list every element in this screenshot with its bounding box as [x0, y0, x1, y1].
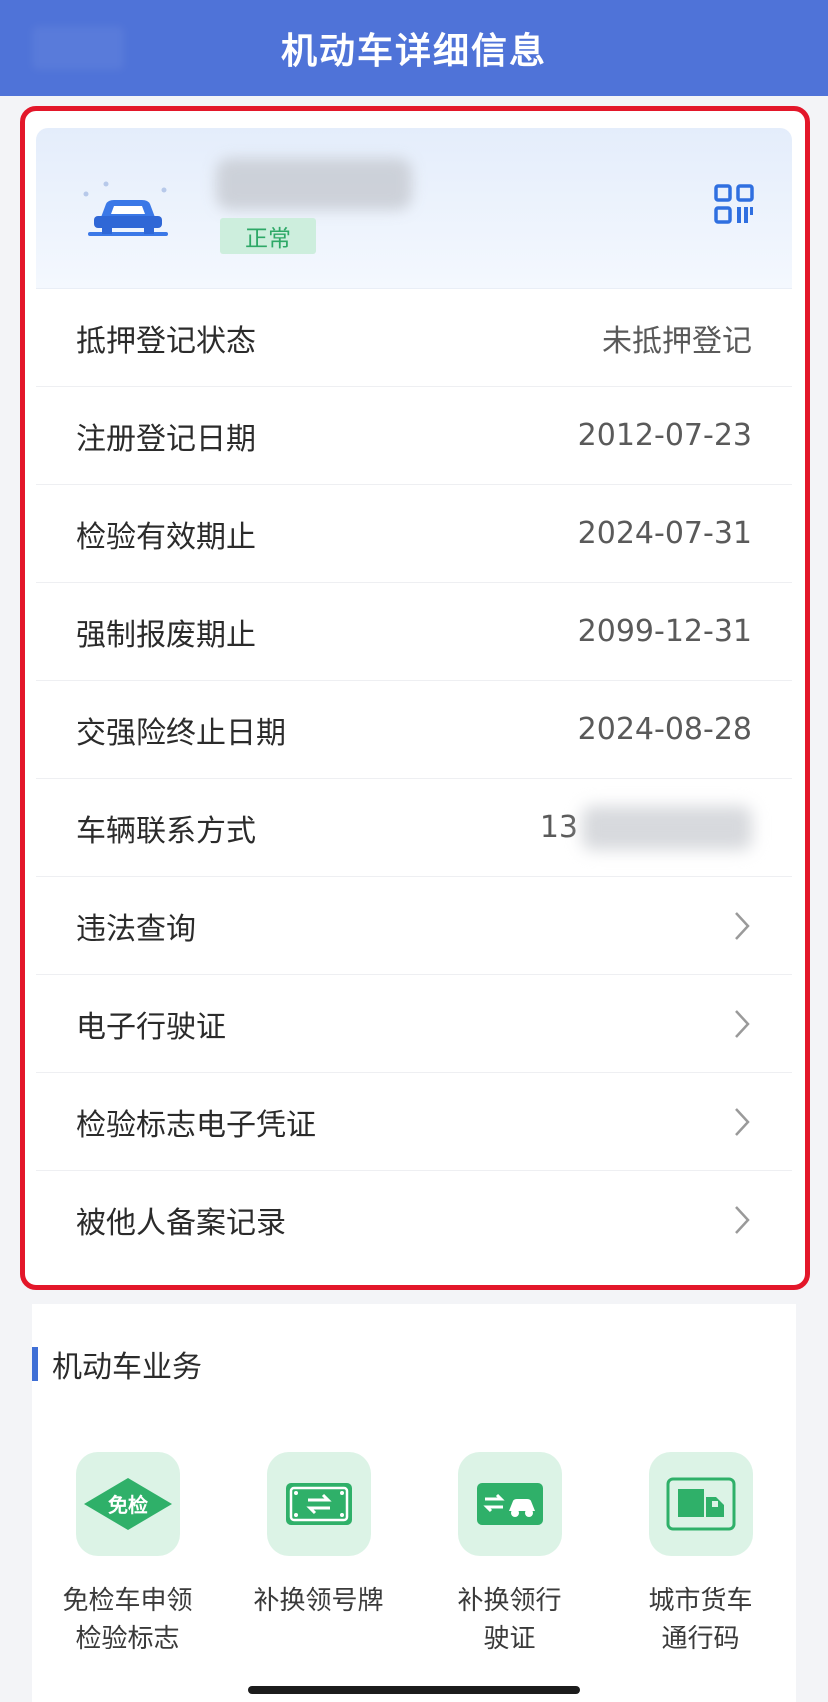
row-label: 违法查询 — [76, 911, 196, 947]
tile-exempt-inspection[interactable]: 免检 免检车申领 检验标志 — [32, 1452, 223, 1658]
row-electronic-driving-license[interactable]: 电子行驶证 — [36, 974, 792, 1072]
row-label: 被他人备案记录 — [76, 1205, 286, 1241]
row-insurance-end-date: 交强险终止日期 2024-08-28 — [36, 680, 792, 778]
row-value: 2099-12-31 — [577, 614, 752, 649]
chevron-right-icon — [735, 911, 750, 940]
car-icon — [83, 181, 168, 236]
header-bar: 机动车详细信息 — [0, 0, 828, 96]
license-plate-number — [216, 158, 412, 210]
chevron-right-icon — [735, 1107, 750, 1136]
row-value: 2012-07-23 — [577, 418, 752, 453]
row-filing-records[interactable]: 被他人备案记录 — [36, 1170, 792, 1268]
tile-truck-pass[interactable]: 城市货车 通行码 — [605, 1452, 796, 1658]
back-button[interactable] — [32, 26, 124, 70]
row-scrap-deadline: 强制报废期止 2099-12-31 — [36, 582, 792, 680]
row-value: 未抵押登记 — [602, 323, 752, 359]
row-registration-date: 注册登记日期 2012-07-23 — [36, 386, 792, 484]
vehicle-card: 正常 抵押登记状态 未抵押登记 注册登记日期 2012-07-23 检验有效期止 — [36, 128, 792, 1276]
qr-code-icon[interactable] — [714, 184, 754, 224]
row-label: 检验标志电子凭证 — [76, 1107, 316, 1143]
row-value: 13 — [539, 810, 578, 845]
exempt-inspection-icon: 免检 — [75, 1452, 180, 1556]
row-label: 电子行驶证 — [76, 1009, 226, 1045]
truck-pass-icon — [648, 1452, 753, 1556]
tile-label: 免检车申领 检验标志 — [62, 1586, 193, 1654]
row-value: 2024-08-28 — [577, 712, 752, 747]
tile-license-plate-swap[interactable]: 补换领号牌 — [223, 1452, 414, 1658]
row-label: 车辆联系方式 — [76, 813, 256, 849]
row-violation-query[interactable]: 违法查询 — [36, 876, 792, 974]
contact-phone: 13 — [539, 805, 752, 850]
tile-label: 补换领号牌 — [253, 1586, 384, 1616]
row-value: 2024-07-31 — [577, 516, 752, 551]
row-contact-phone: 车辆联系方式 13 — [36, 778, 792, 876]
section-title: 机动车业务 — [32, 1342, 202, 1386]
driving-license-swap-icon — [457, 1452, 562, 1556]
tile-label: 补换领行 驶证 — [457, 1586, 562, 1654]
section-title-text: 机动车业务 — [52, 1350, 202, 1385]
row-mortgage-status: 抵押登记状态 未抵押登记 — [36, 288, 792, 386]
license-plate-swap-icon — [266, 1452, 371, 1556]
status-badge: 正常 — [220, 218, 316, 254]
svg-text:免检: 免检 — [108, 1493, 148, 1517]
vehicle-business-section: 机动车业务 免检 免检车申领 检验标志 补换领号牌 补换领行 驶证 城市货车 通… — [32, 1304, 796, 1702]
phone-redaction — [582, 805, 752, 850]
row-label: 强制报废期止 — [76, 617, 256, 653]
chevron-right-icon — [735, 1009, 750, 1038]
chevron-right-icon — [735, 1205, 750, 1234]
tile-driving-license-swap[interactable]: 补换领行 驶证 — [414, 1452, 605, 1658]
row-label: 检验有效期止 — [76, 519, 256, 555]
info-list: 抵押登记状态 未抵押登记 注册登记日期 2012-07-23 检验有效期止 20… — [36, 288, 792, 1268]
section-accent-bar — [32, 1347, 38, 1381]
row-inspection-valid-until: 检验有效期止 2024-07-31 — [36, 484, 792, 582]
row-label: 注册登记日期 — [76, 421, 256, 457]
page-title: 机动车详细信息 — [280, 31, 547, 72]
tile-label: 城市货车 通行码 — [648, 1586, 753, 1654]
business-tiles: 免检 免检车申领 检验标志 补换领号牌 补换领行 驶证 城市货车 通行码 — [32, 1452, 796, 1658]
row-label: 交强险终止日期 — [76, 715, 286, 751]
vehicle-summary: 正常 — [36, 128, 792, 288]
home-indicator[interactable] — [248, 1686, 580, 1694]
row-label: 抵押登记状态 — [76, 323, 256, 359]
row-inspection-mark-voucher[interactable]: 检验标志电子凭证 — [36, 1072, 792, 1170]
